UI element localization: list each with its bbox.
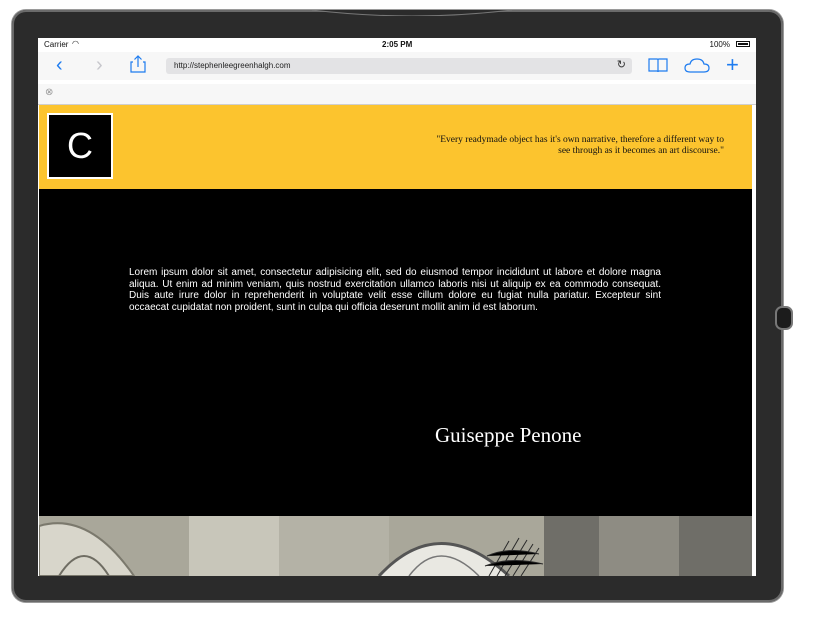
web-page: C "Every readymade object has it's own n…: [39, 105, 752, 576]
forward-button[interactable]: ›: [96, 54, 103, 76]
cloud-icon[interactable]: [684, 56, 710, 78]
device-top-edge: [312, 10, 512, 16]
tab-strip: ⊗: [38, 84, 756, 105]
status-bar: Carrier ◠ 2:05 PM 100%: [38, 38, 756, 50]
share-icon[interactable]: [130, 55, 146, 77]
header-quote: "Every readymade object has it's own nar…: [436, 135, 724, 156]
address-bar[interactable]: http://stephenleegreenhalgh.com ↻: [166, 58, 632, 74]
scroll-edge: [752, 105, 756, 576]
new-tab-button[interactable]: +: [726, 54, 739, 76]
carrier-label: Carrier: [44, 40, 69, 49]
screen: Carrier ◠ 2:05 PM 100% ‹ › http://stephe…: [38, 38, 756, 576]
browser-toolbar: ‹ › http://stephenleegreenhalgh.com ↻ +: [38, 52, 756, 80]
reload-button[interactable]: ↻: [617, 58, 626, 71]
main-content: Lorem ipsum dolor sit amet, consectetur …: [39, 189, 752, 516]
side-button[interactable]: [775, 306, 793, 330]
bookmarks-icon[interactable]: [648, 56, 668, 78]
url-text: http://stephenleegreenhalgh.com: [174, 61, 291, 70]
site-header: C "Every readymade object has it's own n…: [39, 105, 752, 189]
gallery-photo: [39, 516, 752, 576]
wifi-icon: ◠: [72, 39, 79, 48]
site-logo[interactable]: C: [47, 113, 113, 179]
clock: 2:05 PM: [382, 40, 413, 49]
close-icon[interactable]: ⊗: [45, 87, 53, 98]
battery-percent: 100%: [709, 40, 730, 49]
artist-name[interactable]: Guiseppe Penone: [435, 423, 581, 448]
body-paragraph: Lorem ipsum dolor sit amet, consectetur …: [129, 267, 661, 313]
battery-icon: [736, 41, 750, 47]
back-button[interactable]: ‹: [56, 54, 63, 76]
